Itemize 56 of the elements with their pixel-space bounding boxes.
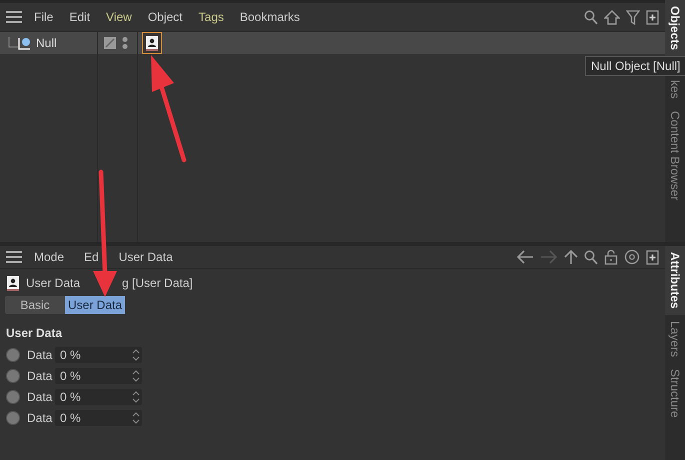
animation-dot[interactable] xyxy=(6,368,20,382)
number-field[interactable]: 0 % xyxy=(55,368,142,384)
group-heading: User Data xyxy=(5,325,64,342)
side-tab[interactable]: Layers xyxy=(665,314,685,363)
object-name[interactable]: Null xyxy=(36,36,57,50)
tag-slot[interactable] xyxy=(142,32,162,54)
animation-dot[interactable] xyxy=(6,410,20,424)
stepper-icon[interactable] xyxy=(132,412,140,424)
tab[interactable]: User Data xyxy=(65,296,125,314)
menu-icon[interactable] xyxy=(6,251,22,263)
field-label: Data xyxy=(27,368,54,382)
object-title: g [User Data] xyxy=(122,276,193,290)
visibility-dots-icon[interactable] xyxy=(121,36,129,50)
side-tab[interactable]: Attributes xyxy=(665,246,685,315)
filter-icon[interactable] xyxy=(626,10,640,24)
side-tab[interactable]: Content Browser xyxy=(665,104,685,206)
search-icon[interactable] xyxy=(584,250,598,264)
menu-item[interactable]: User Data xyxy=(118,250,173,264)
new-panel-icon[interactable] xyxy=(646,250,659,264)
menu-item[interactable]: Ed xyxy=(84,250,99,264)
animation-dot[interactable] xyxy=(6,390,20,404)
side-tab[interactable]: Objects xyxy=(665,0,685,56)
lock-icon[interactable] xyxy=(604,249,618,265)
tab[interactable]: Basic xyxy=(5,296,65,314)
animation-dot[interactable] xyxy=(6,348,20,362)
menu-item[interactable]: View xyxy=(106,10,132,24)
user-data-tag-icon xyxy=(6,275,20,291)
user-data-tag-icon xyxy=(145,35,159,51)
stepper-icon[interactable] xyxy=(132,348,140,360)
tooltip: Null Object [Null] xyxy=(585,56,685,76)
menu-item[interactable]: Bookmarks xyxy=(240,10,300,24)
null-object-icon xyxy=(18,36,32,50)
up-arrow-icon[interactable] xyxy=(564,249,578,265)
side-tab[interactable]: Structure xyxy=(665,362,685,424)
menu-icon[interactable] xyxy=(6,11,22,23)
home-icon[interactable] xyxy=(604,10,620,24)
stepper-icon[interactable] xyxy=(132,370,140,382)
object-title: User Data xyxy=(26,276,80,290)
menu-item[interactable]: Edit xyxy=(69,10,90,24)
stepper-icon[interactable] xyxy=(132,390,140,402)
field-label: Data xyxy=(27,348,54,362)
number-field[interactable]: 0 % xyxy=(55,388,142,404)
number-field[interactable]: 0 % xyxy=(55,410,142,426)
menu-item[interactable]: File xyxy=(34,10,54,24)
target-icon[interactable] xyxy=(624,249,640,265)
search-icon[interactable] xyxy=(584,10,598,24)
menu-item[interactable]: Object xyxy=(148,10,183,24)
field-label: Data xyxy=(27,410,54,424)
field-label: Data xyxy=(27,390,54,404)
edit-toggle-icon[interactable] xyxy=(103,36,117,50)
menu-item[interactable]: Tags xyxy=(198,10,224,24)
menu-item[interactable]: Mode xyxy=(34,250,64,264)
back-arrow-icon[interactable] xyxy=(516,250,534,264)
hierarchy-line-icon xyxy=(8,37,18,49)
number-field[interactable]: 0 % xyxy=(55,346,142,362)
new-panel-icon[interactable] xyxy=(646,10,659,24)
